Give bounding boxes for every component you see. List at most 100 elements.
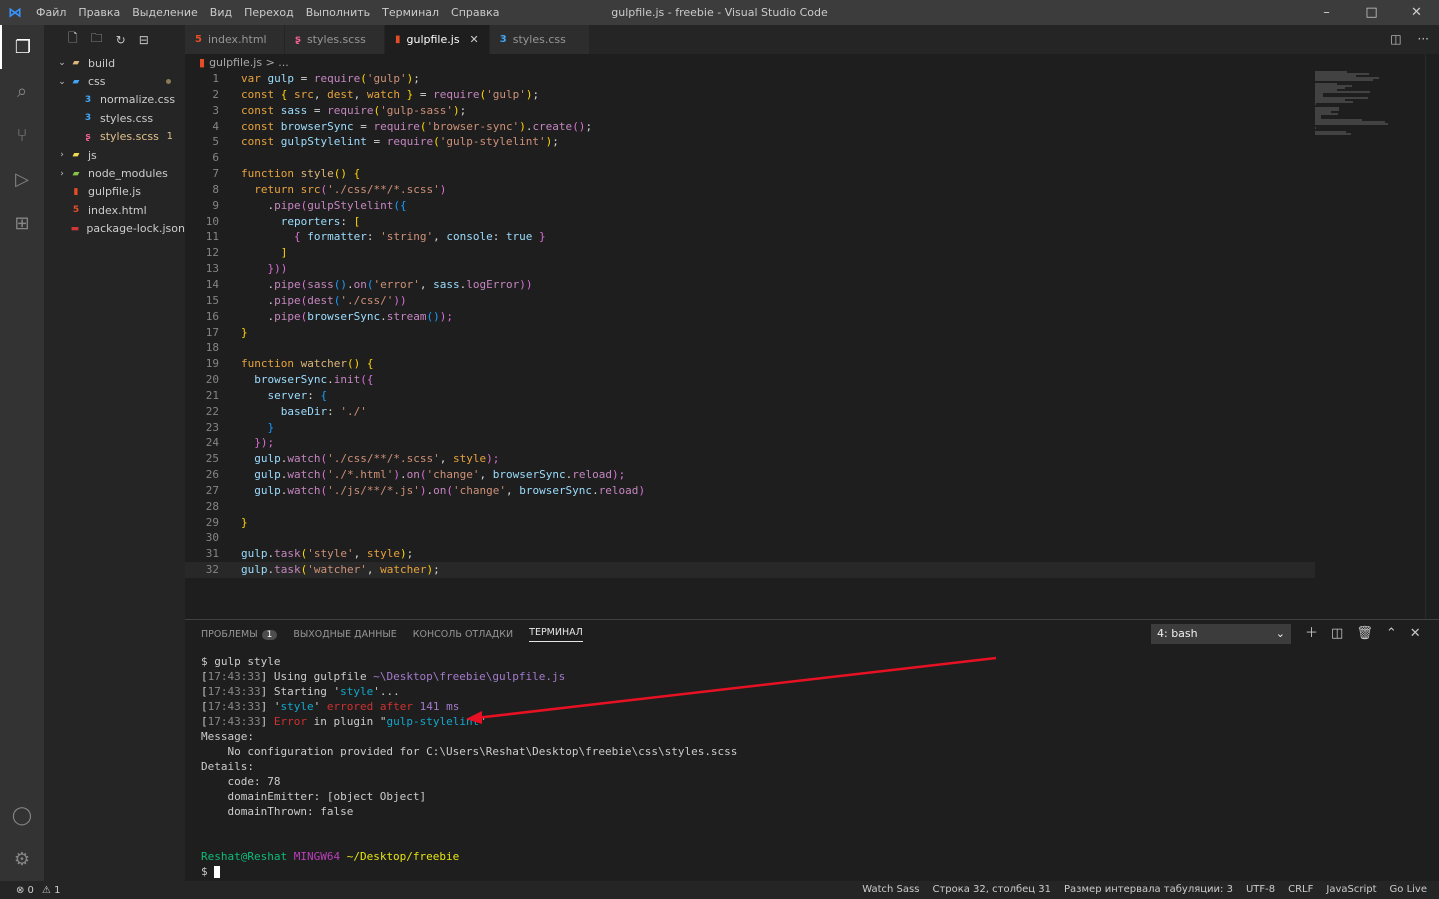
tree-item-index-html[interactable]: 5 index.html xyxy=(44,201,185,219)
line-content xyxy=(219,499,241,515)
code-line: 31 gulp.task('style', style); xyxy=(185,546,1315,562)
search-icon[interactable]: ⌕ xyxy=(0,69,44,113)
line-number: 29 xyxy=(205,515,219,529)
close-panel-icon[interactable]: ✕ xyxy=(1410,624,1421,644)
code-token: var xyxy=(241,72,268,85)
code-line: 27 gulp.watch('./js/**/*.js').on('change… xyxy=(185,483,1315,499)
status-item[interactable]: Go Live xyxy=(1390,881,1427,899)
new-terminal-icon[interactable]: ＋ xyxy=(1305,624,1318,644)
code-token: logError xyxy=(466,277,520,291)
maximize-button[interactable]: □ xyxy=(1349,0,1394,25)
line-content xyxy=(219,340,241,356)
code-token: . xyxy=(327,373,334,387)
code-line: 8 return src('./css/**/*.scss') xyxy=(185,182,1315,198)
code-line: 18 xyxy=(185,340,1315,356)
code-token: : xyxy=(327,404,341,418)
terminal-text: in plugin " xyxy=(306,715,387,728)
tree-item-styles-scss[interactable]: ʂ styles.scss 1 xyxy=(44,128,185,146)
code-token: init xyxy=(333,373,361,387)
terminal-text: No configuration provided for C:\Users\R… xyxy=(201,745,738,758)
panel-tab[interactable]: ВЫХОДНЫЕ ДАННЫЕ xyxy=(293,629,396,640)
new-folder-icon[interactable]: 🗀 xyxy=(91,29,103,50)
tree-item-js[interactable]: › ▰ js xyxy=(44,146,185,164)
tab-index-html[interactable]: 5 index.html xyxy=(185,25,285,54)
menu-item[interactable]: Выделение xyxy=(126,0,204,25)
line-number: 7 xyxy=(212,167,219,181)
maximize-panel-icon[interactable]: ⌃ xyxy=(1386,624,1397,644)
menu-item[interactable]: Правка xyxy=(72,0,126,25)
new-file-icon[interactable]: 🗋 xyxy=(68,29,78,50)
tree-item-styles-css[interactable]: 3 styles.css xyxy=(44,109,185,127)
errors-indicator[interactable]: ⊗ 0 xyxy=(16,885,34,896)
menu-item[interactable]: Вид xyxy=(204,0,238,25)
code-token: }); xyxy=(254,436,275,450)
terminal-text: domainEmitter: [object Object] xyxy=(201,790,427,803)
breadcrumb[interactable]: ▮ gulpfile.js > ... xyxy=(199,55,289,71)
terminal-text: ~/Desktop/freebie xyxy=(346,850,460,863)
terminal-text: ] Starting ' xyxy=(260,685,341,698)
code-token: ; xyxy=(459,103,467,117)
panel-tab[interactable]: ПРОБЛЕМЫ 1 xyxy=(201,629,278,640)
code-token: )) xyxy=(393,293,407,307)
source-control-icon[interactable]: ⑂ xyxy=(0,113,44,157)
status-item[interactable]: CRLF xyxy=(1288,881,1313,899)
tree-item-node_modules[interactable]: › ▰ node_modules xyxy=(44,164,185,182)
code-editor[interactable]: 1 var gulp = require('gulp'); 2 const { src… xyxy=(185,71,1315,578)
tree-item-build[interactable]: ⌄ ▰ build xyxy=(44,54,185,72)
split-editor-icon[interactable]: ◫ xyxy=(1390,25,1401,54)
panel-tab[interactable]: КОНСОЛЬ ОТЛАДКИ xyxy=(413,629,513,640)
kill-terminal-icon[interactable]: 🗑 xyxy=(1356,624,1373,644)
close-button[interactable]: ✕ xyxy=(1394,0,1439,25)
extensions-icon[interactable]: ⊞ xyxy=(0,201,44,245)
npm-file-icon: ▬ xyxy=(70,223,80,234)
menu-item[interactable]: Терминал xyxy=(376,0,445,25)
collapse-all-icon[interactable]: ⊟ xyxy=(139,33,149,47)
line-content: const sass = require('gulp-sass'); xyxy=(219,103,466,119)
status-item[interactable]: Watch Sass xyxy=(862,881,919,899)
code-token: ; xyxy=(532,87,540,101)
code-token: , xyxy=(353,87,367,101)
minimize-button[interactable]: – xyxy=(1304,0,1349,25)
tree-item-normalize-css[interactable]: 3 normalize.css xyxy=(44,91,185,109)
menu-item[interactable]: Переход xyxy=(238,0,300,25)
warnings-indicator[interactable]: ⚠ 1 xyxy=(42,885,61,896)
status-item[interactable]: Размер интервала табуляции: 3 xyxy=(1064,881,1233,899)
status-item[interactable]: Строка 32, столбец 31 xyxy=(932,881,1051,899)
tab-gulpfile-js[interactable]: ▮ gulpfile.js ✕ xyxy=(385,25,490,54)
gear-icon[interactable]: ⚙ xyxy=(0,837,44,881)
code-token: { xyxy=(320,388,328,402)
code-token: require xyxy=(386,135,434,149)
code-line: 20 browserSync.init({ xyxy=(185,372,1315,388)
run-debug-icon[interactable]: ▷ xyxy=(0,157,44,201)
status-item[interactable]: JavaScript xyxy=(1326,881,1376,899)
minimap[interactable] xyxy=(1315,71,1425,135)
code-token: ; xyxy=(413,72,420,85)
terminal-text: Message: xyxy=(201,730,254,743)
account-icon[interactable]: ◯ xyxy=(0,793,44,837)
tree-item-package-lock-json[interactable]: ▬ package-lock.json xyxy=(44,220,185,238)
line-content xyxy=(219,150,241,166)
tree-item-gulpfile-js[interactable]: ▮ gulpfile.js xyxy=(44,183,185,201)
panel-tab[interactable]: ТЕРМИНАЛ xyxy=(529,627,583,642)
refresh-icon[interactable]: ↻ xyxy=(116,33,126,47)
terminal-output[interactable]: $ gulp style [17:43:33] Using gulpfile ~\… xyxy=(201,654,737,879)
split-terminal-icon[interactable]: ◫ xyxy=(1331,624,1343,644)
more-actions-icon[interactable]: ··· xyxy=(1418,25,1429,54)
explorer-icon[interactable]: ❐ xyxy=(0,25,44,69)
terminal-select[interactable]: 4: bash ⌄ xyxy=(1151,624,1291,644)
menu-item[interactable]: Справка xyxy=(445,0,505,25)
line-number: 27 xyxy=(205,483,219,497)
menu-item[interactable]: Файл xyxy=(30,0,72,25)
tree-item-css[interactable]: ⌄ ▰ css xyxy=(44,72,185,90)
menu-item[interactable]: Выполнить xyxy=(300,0,376,25)
code-token: watch xyxy=(287,483,321,497)
editor-scrollbar[interactable] xyxy=(1425,54,1439,619)
code-token: pipe xyxy=(274,277,301,291)
tab-styles-css[interactable]: 3 styles.css xyxy=(489,25,590,54)
tab-styles-scss[interactable]: ʂ styles.scss xyxy=(285,25,385,54)
close-icon[interactable]: ✕ xyxy=(470,33,479,46)
code-token: ); xyxy=(611,468,626,482)
status-item[interactable]: UTF-8 xyxy=(1246,881,1275,899)
